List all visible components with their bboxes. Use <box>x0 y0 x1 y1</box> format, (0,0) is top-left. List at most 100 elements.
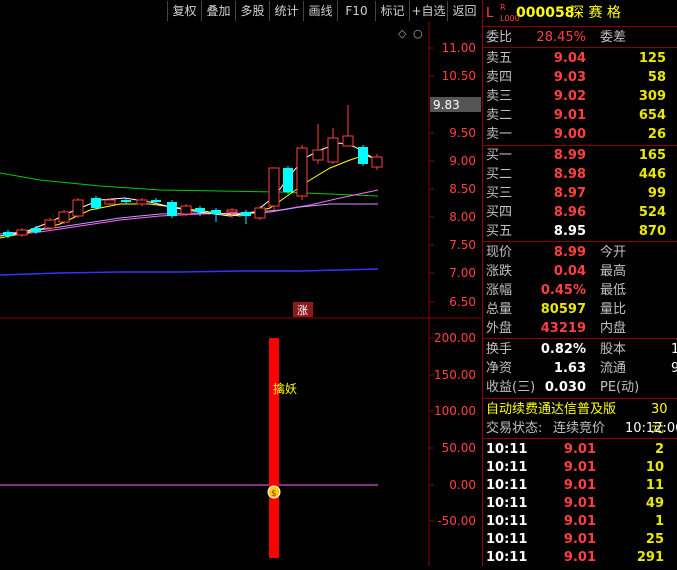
bid-row: 买二 8.98 446 <box>483 165 677 184</box>
stat-row-label2: 最低 <box>600 283 627 298</box>
candle-body <box>241 212 251 216</box>
restore-rights-button[interactable]: 复权 <box>167 1 201 21</box>
price-tick-label: 6.50 <box>449 295 476 309</box>
bid-row-price: 8.98 <box>553 167 586 182</box>
price-tick-label: 7.50 <box>449 238 476 252</box>
tick-time: 10:11 <box>486 514 528 529</box>
stock-code: 000058 <box>516 5 575 21</box>
indicator-tick-label: 100.00 <box>434 404 476 418</box>
weibi-label: 委比 <box>486 30 513 45</box>
draw-line-button[interactable]: 画线 <box>303 1 337 21</box>
price-axis: 11.0010.5010.009.509.008.508.007.507.006… <box>429 41 476 309</box>
ma10-line <box>0 154 379 239</box>
tick-time: 10:11 <box>486 550 528 565</box>
candlesticks <box>3 105 383 238</box>
bid-row-volume: 446 <box>638 167 666 182</box>
ask-row-label: 卖二 <box>486 108 513 123</box>
overlay-button[interactable]: 叠加 <box>201 1 235 21</box>
stat2-row: 收益(三) 0.030 PE(动) <box>483 378 677 397</box>
stat-row: 外盘 43219 内盘 <box>483 319 677 338</box>
ask-row-volume: 125 <box>638 51 666 66</box>
tick-time: 10:11 <box>486 478 528 493</box>
stat-row-label2: 内盘 <box>600 321 627 336</box>
weibi-value: 28.45% <box>536 30 586 45</box>
bid-row-label: 买四 <box>486 205 513 220</box>
candle-body <box>16 229 28 236</box>
bid-row-price: 8.95 <box>553 224 586 239</box>
tick-row: 10:11 9.01 291 <box>483 548 677 567</box>
tick-time: 10:11 <box>486 532 528 547</box>
price-tick-label: 8.00 <box>449 210 476 224</box>
toolbar: 复权 叠加 多股 统计 画线 F10 标记 +自选 返回 <box>0 0 481 22</box>
stat-row-label: 涨幅 <box>486 283 513 298</box>
ask-row-volume: 654 <box>638 108 666 123</box>
ask-row-price: 9.03 <box>553 70 586 85</box>
stat-row-label: 总量 <box>486 302 513 317</box>
candle-body <box>31 228 41 232</box>
tick-price: 9.01 <box>563 478 596 493</box>
level-l-label: L <box>486 6 494 21</box>
stat-row: 现价 8.99 今开 <box>483 243 677 262</box>
multi-stock-button[interactable]: 多股 <box>235 1 269 21</box>
bid-row: 买一 8.99 165 <box>483 146 677 165</box>
candle-body <box>312 149 324 161</box>
candle-body <box>180 205 192 215</box>
diamond-icon[interactable]: ◇ <box>398 27 407 40</box>
bid-row-label: 买一 <box>486 148 513 163</box>
kline-chart-svg[interactable]: ◇ ○ 11.0010.5010.009.509.008.508.007.507… <box>0 22 481 566</box>
tick-row: 10:11 9.01 2 <box>483 440 677 459</box>
ask-row-price: 9.00 <box>553 127 586 142</box>
statistics-button[interactable]: 统计 <box>269 1 303 21</box>
promo-row[interactable]: 自动续费通达信普及版 30元 <box>483 400 677 436</box>
bid-row-volume: 870 <box>638 224 666 239</box>
tick-volume: 25 <box>645 532 664 547</box>
ask-row-volume: 58 <box>647 70 666 85</box>
candle-body <box>136 199 148 205</box>
mark-button[interactable]: 标记 <box>375 1 409 21</box>
trade-status-row: 交易状态: 连续竞价 10:12:06 <box>483 419 677 438</box>
indicator-tick-label: 200.00 <box>434 331 476 345</box>
tick-row: 10:11 9.01 1 <box>483 512 677 531</box>
stat2-row: 净资 1.63 流通 9 <box>483 359 677 378</box>
stock-header: L R L000 000058 深 赛 格 <box>483 3 677 25</box>
tick-row: 10:11 9.01 11 <box>483 476 677 495</box>
indicator-tick-label: 50.00 <box>442 441 476 455</box>
current-price-tag: 9.83 <box>433 98 460 112</box>
ask-row: 卖一 9.00 26 <box>483 125 677 144</box>
candle-body <box>327 137 339 163</box>
promo-text[interactable]: 自动续费通达信普及版 <box>486 400 616 419</box>
stat-row-price: 8.99 <box>553 245 586 260</box>
stat2-row-label: 收益(三) <box>486 380 536 395</box>
candle-body <box>254 207 266 219</box>
add-favorite-button[interactable]: +自选 <box>409 1 447 21</box>
stat-row-price: 80597 <box>540 302 586 317</box>
tick-price: 9.01 <box>563 550 596 565</box>
stat-row: 涨跌 0.04 最高 <box>483 262 677 281</box>
dollar-icon: $ <box>271 489 277 499</box>
tick-volume: 11 <box>645 478 664 493</box>
circle-icon[interactable]: ○ <box>413 27 423 40</box>
bid-row-price: 8.96 <box>553 205 586 220</box>
stat2-row-label2: 流通 <box>600 361 627 376</box>
candle-body <box>121 200 131 202</box>
tick-row: 10:11 9.01 49 <box>483 494 677 513</box>
stat2-row-label2: 股本 <box>600 342 627 357</box>
stat2-row-price: 0.030 <box>544 380 586 395</box>
stat2-row-value2: 9 <box>671 361 677 376</box>
tick-price: 9.01 <box>563 460 596 475</box>
back-button[interactable]: 返回 <box>447 1 481 21</box>
candle-body <box>72 199 84 217</box>
price-tick-label: 9.00 <box>449 154 476 168</box>
stat-row-label: 外盘 <box>486 321 513 336</box>
candle-body <box>167 202 177 216</box>
stat-row-label: 现价 <box>486 245 513 260</box>
candle-body <box>151 200 161 202</box>
stat-row: 总量 80597 量比 <box>483 300 677 319</box>
ask-row-volume: 26 <box>647 127 666 142</box>
ma60-line <box>0 268 379 276</box>
indicator-tick-label: 150.00 <box>434 368 476 382</box>
trade-status-value: 连续竞价 <box>553 421 606 436</box>
chart-area[interactable]: ◇ ○ 11.0010.5010.009.509.008.508.007.507… <box>0 22 481 566</box>
f10-button[interactable]: F10 <box>337 1 375 21</box>
candle-body <box>104 199 116 205</box>
